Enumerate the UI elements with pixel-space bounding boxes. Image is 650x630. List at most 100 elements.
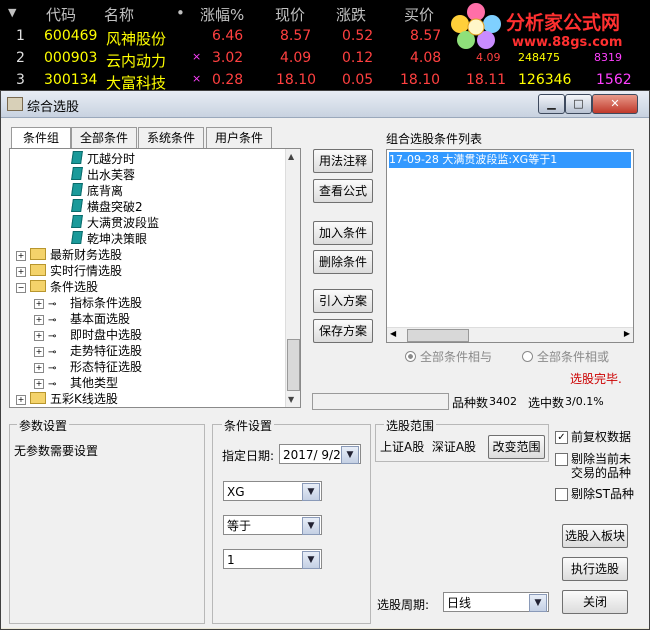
tree-subitem[interactable]: + ⊸ 基本面选股 [34,311,130,327]
checkmark-icon[interactable]: ✓ [555,431,568,444]
tree-subitem[interactable]: + ⊸ 走势特征选股 [34,343,142,359]
header-dot: • [176,4,185,22]
header-name[interactable]: 名称 [104,4,134,25]
formula-icon [71,199,83,212]
title-bar[interactable]: 综合选股 ▁ □ ✕ [1,91,649,118]
tree-item[interactable]: 乾坤决策眼 [71,231,147,247]
view-formula-button[interactable]: 查看公式 [313,179,373,203]
open-folder-icon [30,280,46,292]
sort-arrow-icon[interactable]: ▼ [8,6,16,19]
stock-code[interactable]: 600469 [44,28,97,44]
exclude-st-checkbox[interactable]: 剔除ST品种 [555,487,645,503]
tree-folder[interactable]: + 最新财务选股 [16,247,122,263]
tab-condition-group[interactable]: 条件组 [11,127,71,149]
stock-pct: 3.02 [212,50,244,66]
selected-value: 3/0.1% [565,395,604,408]
expand-icon[interactable]: + [16,251,26,261]
operator-select[interactable]: 等于 ▼ [223,515,322,535]
header-price[interactable]: 现价 [275,4,305,25]
dropdown-arrow-icon[interactable]: ▼ [302,517,320,535]
tree-folder-open[interactable]: − 条件选股 [16,279,98,295]
tree-item[interactable]: 兀越分时 [71,151,135,167]
field-select[interactable]: XG ▼ [223,481,322,501]
expand-icon[interactable]: + [34,363,44,373]
stock-bid: 8.57 [410,28,442,44]
condition-tree[interactable]: 兀越分时 出水芙蓉 底背离 横盘突破2 大满贯波段监 乾坤决策眼 + 最新财务选股… [9,148,301,408]
expand-icon[interactable]: + [16,395,26,405]
exclude-untraded-checkbox[interactable]: 剔除当前未交易的品种 [555,452,645,482]
formula-icon [71,151,83,164]
scroll-up-icon[interactable]: ▲ [288,152,294,161]
add-condition-button[interactable]: 加入条件 [313,221,373,245]
tree-item[interactable]: 横盘突破2 [71,199,143,215]
dropdown-arrow-icon[interactable]: ▼ [302,483,320,501]
save-scheme-button[interactable]: 保存方案 [313,319,373,343]
scroll-left-icon[interactable]: ◀ [390,329,396,338]
period-select[interactable]: 日线 ▼ [443,592,549,612]
radio-all-or[interactable]: 全部条件相或 [522,348,609,365]
expand-icon[interactable]: + [34,299,44,309]
tab-all-conditions[interactable]: 全部条件 [71,127,137,149]
scroll-thumb[interactable] [287,339,300,391]
delete-condition-button[interactable]: 删除条件 [313,250,373,274]
dropdown-arrow-icon[interactable]: ▼ [302,551,320,569]
tree-subitem[interactable]: + ⊸ 指标条件选股 [34,295,142,311]
expand-icon[interactable]: + [34,347,44,357]
maximize-button[interactable]: □ [565,94,592,114]
close-window-button[interactable]: ✕ [592,94,638,114]
scroll-down-icon[interactable]: ▼ [288,395,294,404]
formula-icon [71,231,83,244]
header-bid[interactable]: 买价 [404,4,434,25]
tree-item[interactable]: 底背离 [71,183,123,199]
value-select[interactable]: 1 ▼ [223,549,322,569]
minimize-button[interactable]: ▁ [538,94,565,114]
close-button[interactable]: 关闭 [562,590,628,614]
combo-condition-list[interactable]: 17-09-28 大满贯波段监:XG等于1 ◀ ▶ [386,149,634,343]
import-scheme-button[interactable]: 引入方案 [313,289,373,313]
expand-icon[interactable]: + [34,315,44,325]
tree-scrollbar[interactable]: ▲ ▼ [285,149,300,407]
folder-icon [30,392,46,404]
condition-list-item[interactable]: 17-09-28 大满贯波段监:XG等于1 [389,152,631,168]
checkbox-empty-icon[interactable] [555,488,568,501]
date-label: 指定日期: [222,449,275,463]
execute-screening-button[interactable]: 执行选股 [562,557,628,581]
dropdown-arrow-icon[interactable]: ▼ [529,594,547,612]
checkbox-empty-icon[interactable] [555,453,568,466]
radio-dot [405,351,416,362]
change-range-button[interactable]: 改变范围 [488,435,545,459]
date-picker[interactable]: 2017/ 9/28 ▼ [279,444,361,464]
tree-subitem[interactable]: + ⊸ 即时盘中选股 [34,327,142,343]
collapse-icon[interactable]: − [16,283,26,293]
list-hscrollbar[interactable]: ◀ ▶ [387,327,633,342]
stock-code[interactable]: 300134 [44,72,97,88]
stock-name[interactable]: 风神股份 [106,28,166,49]
tree-subitem[interactable]: + ⊸ 形态特征选股 [34,359,142,375]
restore-data-checkbox[interactable]: ✓ 前复权数据 [555,430,645,446]
dropdown-arrow-icon[interactable]: ▼ [341,446,359,464]
stock-change: 0.52 [342,28,374,44]
tree-item-selected[interactable]: 大满贯波段监 [71,215,159,231]
tree-folder[interactable]: + 五彩K线选股 [16,391,118,407]
header-change[interactable]: 涨跌 [336,4,366,25]
tree-subitem[interactable]: + ⊸ 其他类型 [34,375,118,391]
stock-price: 4.09 [280,50,312,66]
header-pct[interactable]: 涨幅% [200,4,244,25]
radio-all-and[interactable]: 全部条件相与 [405,348,492,365]
expand-icon[interactable]: + [34,379,44,389]
tab-user-conditions[interactable]: 用户条件 [206,127,272,149]
header-code[interactable]: 代码 [46,4,76,25]
folder-icon [30,248,46,260]
scroll-right-icon[interactable]: ▶ [624,329,630,338]
count-label: 品种数 [452,396,489,410]
tree-item[interactable]: 出水芙蓉 [71,167,135,183]
tree-folder[interactable]: + 实时行情选股 [16,263,122,279]
stock-name[interactable]: 云内动力 [106,50,166,71]
add-to-block-button[interactable]: 选股入板块 [562,524,628,548]
usage-note-button[interactable]: 用法注释 [313,149,373,173]
expand-icon[interactable]: + [34,331,44,341]
expand-icon[interactable]: + [16,267,26,277]
hscroll-thumb[interactable] [407,329,469,342]
stock-code[interactable]: 000903 [44,50,97,66]
tab-system-conditions[interactable]: 系统条件 [138,127,204,149]
